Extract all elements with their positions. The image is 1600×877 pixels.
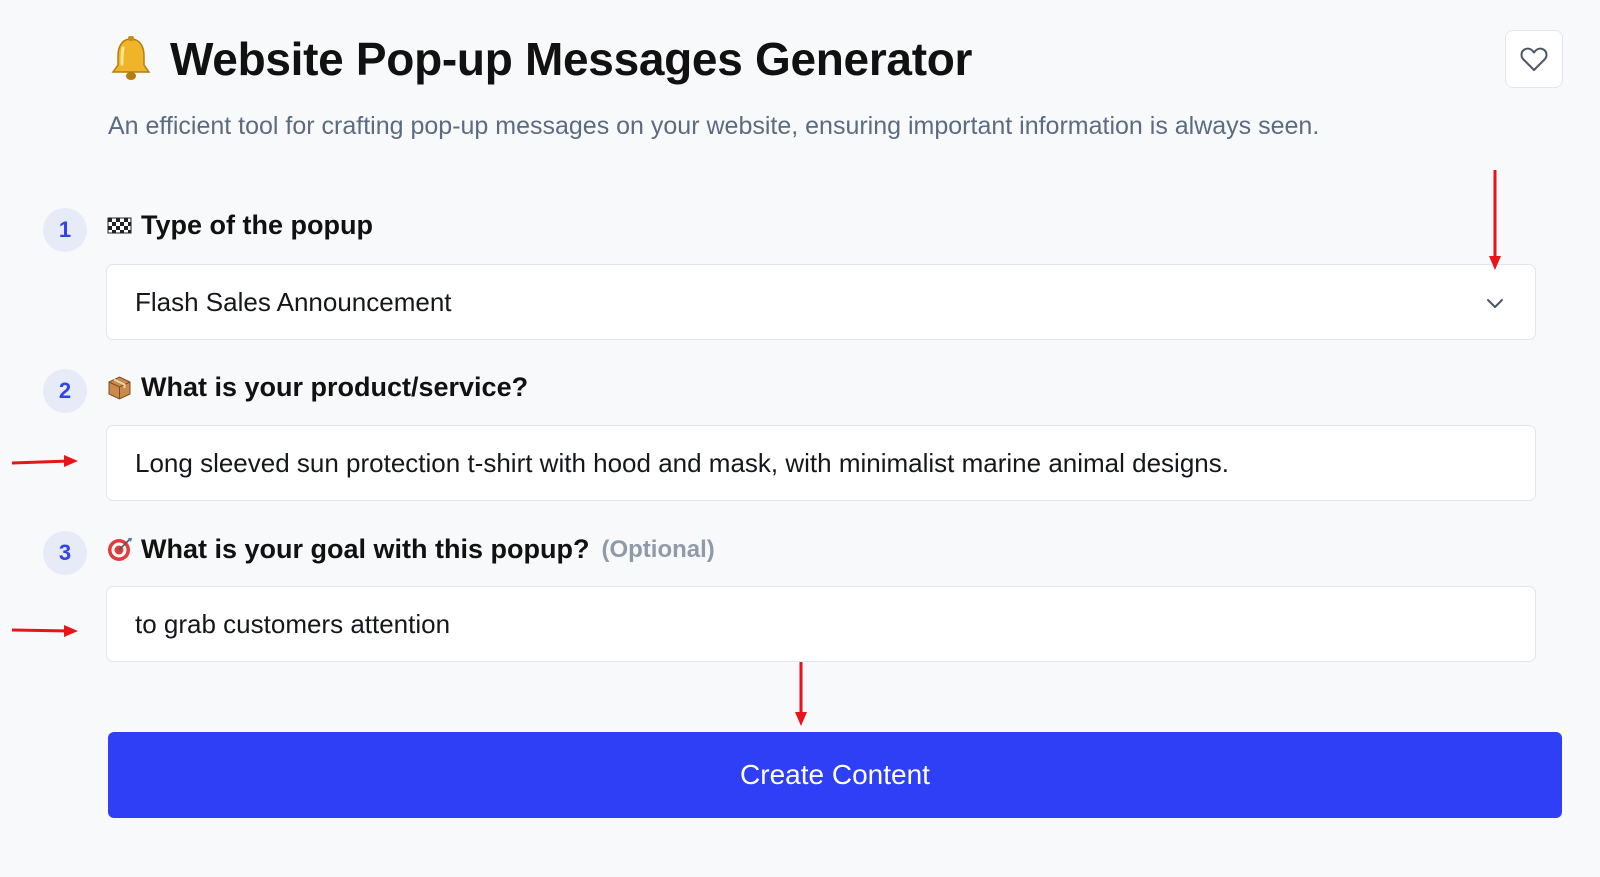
- checkered-flag-icon: [106, 212, 133, 239]
- product-service-input[interactable]: Long sleeved sun protection t-shirt with…: [106, 425, 1536, 501]
- field-label-text: What is your product/service?: [141, 372, 529, 402]
- annotation-arrow-right: [11, 455, 78, 467]
- favorite-button[interactable]: [1505, 30, 1563, 88]
- annotation-arrow-down: [795, 662, 807, 726]
- create-content-button[interactable]: Create Content: [108, 732, 1562, 818]
- page-subtitle: An efficient tool for crafting pop-up me…: [108, 112, 1320, 140]
- annotation-arrow-down: [1489, 170, 1501, 270]
- step-badge-3: 3: [43, 531, 87, 575]
- field-label-popup-type: Type of the popup: [106, 210, 373, 241]
- optional-tag: (Optional): [601, 535, 715, 563]
- page-title: Website Pop-up Messages Generator: [170, 33, 973, 85]
- annotation-arrow-right: [11, 625, 78, 637]
- bell-icon: [106, 34, 156, 84]
- chevron-down-icon: [1487, 299, 1503, 308]
- package-icon: [106, 374, 133, 401]
- field-label-goal: What is your goal with this popup? (Opti…: [106, 534, 715, 565]
- goal-value: to grab customers attention: [135, 608, 451, 639]
- target-icon: [106, 536, 133, 563]
- field-label-text: Type of the popup: [141, 210, 373, 240]
- step-badge-1: 1: [43, 208, 87, 252]
- popup-type-select[interactable]: Flash Sales Announcement: [106, 264, 1536, 340]
- product-service-value: Long sleeved sun protection t-shirt with…: [135, 447, 1229, 478]
- field-label-product: What is your product/service?: [106, 372, 528, 403]
- goal-input[interactable]: to grab customers attention: [106, 586, 1536, 662]
- step-badge-2: 2: [43, 369, 87, 413]
- popup-type-value: Flash Sales Announcement: [135, 286, 452, 317]
- field-label-text: What is your goal with this popup?: [141, 534, 590, 564]
- heart-icon: [1520, 47, 1548, 71]
